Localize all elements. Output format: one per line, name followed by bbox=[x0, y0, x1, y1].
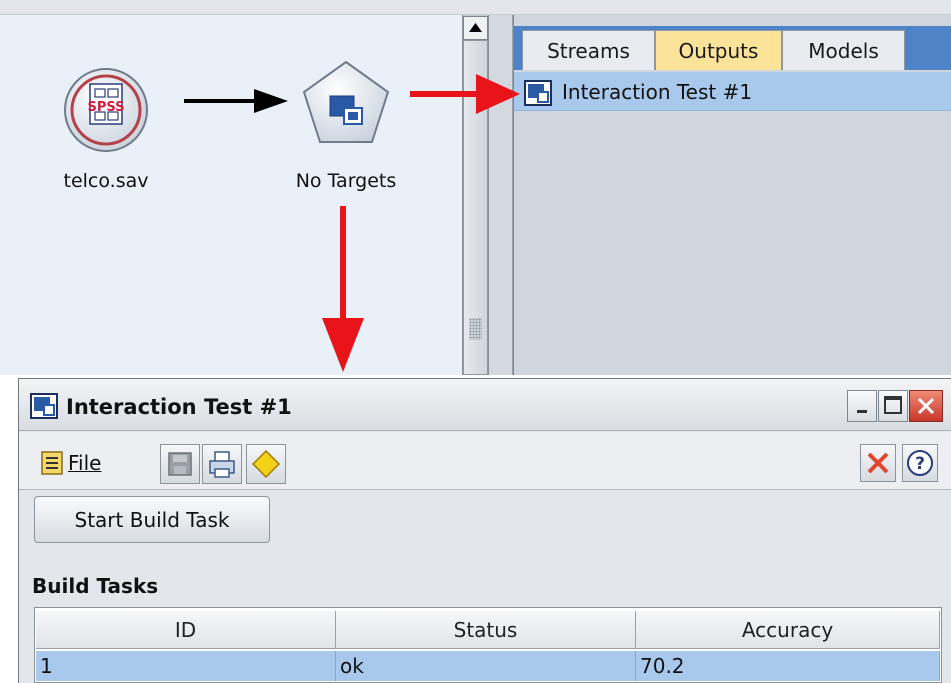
column-header-accuracy[interactable]: Accuracy bbox=[636, 611, 940, 649]
tab-outputs[interactable]: Outputs bbox=[655, 30, 782, 70]
source-node-telco[interactable]: SPSS bbox=[62, 66, 150, 154]
window-app-icon bbox=[29, 392, 59, 420]
window-title: Interaction Test #1 bbox=[66, 395, 292, 419]
save-disk-icon bbox=[168, 452, 192, 476]
maximize-button[interactable] bbox=[878, 390, 908, 422]
file-menu-icon bbox=[41, 451, 63, 475]
save-button[interactable] bbox=[160, 444, 200, 484]
arrow-up-icon bbox=[469, 23, 482, 32]
close-window-button[interactable] bbox=[909, 390, 943, 422]
diamond-icon bbox=[251, 449, 281, 479]
target-node-no-targets[interactable] bbox=[300, 58, 392, 148]
svg-text:SPSS: SPSS bbox=[87, 100, 124, 115]
red-arrow-down bbox=[322, 206, 364, 372]
source-node-label: telco.sav bbox=[63, 170, 149, 192]
table-cell-id[interactable]: 1 bbox=[36, 651, 336, 681]
column-header-status[interactable]: Status bbox=[336, 611, 636, 649]
svg-text:?: ? bbox=[915, 454, 925, 474]
generate-button[interactable] bbox=[246, 444, 286, 484]
delete-button[interactable] bbox=[860, 444, 896, 482]
help-button[interactable]: ? bbox=[902, 444, 938, 482]
print-button[interactable] bbox=[202, 444, 242, 484]
column-header-id[interactable]: ID bbox=[36, 611, 336, 649]
minimize-button[interactable] bbox=[847, 390, 877, 422]
help-icon: ? bbox=[907, 450, 933, 476]
window-toolbar bbox=[19, 432, 951, 490]
table-cell-status[interactable]: ok bbox=[336, 651, 636, 681]
file-menu[interactable]: File bbox=[40, 446, 101, 480]
start-build-task-button[interactable]: Start Build Task bbox=[34, 496, 270, 543]
red-x-icon bbox=[867, 452, 889, 474]
close-icon bbox=[917, 397, 935, 415]
grip-dots-icon bbox=[469, 318, 482, 340]
file-menu-label: File bbox=[68, 451, 102, 475]
top-strip bbox=[0, 0, 951, 15]
connection-arrow bbox=[184, 89, 288, 113]
output-item-label: Interaction Test #1 bbox=[562, 80, 753, 104]
table-cell-accuracy[interactable]: 70.2 bbox=[636, 651, 940, 681]
target-node-label: No Targets bbox=[295, 170, 397, 192]
build-tasks-heading: Build Tasks bbox=[32, 574, 159, 598]
scroll-up-button[interactable] bbox=[463, 16, 488, 40]
minimize-icon bbox=[857, 410, 867, 413]
tab-models[interactable]: Models bbox=[782, 30, 905, 70]
output-window-icon bbox=[523, 79, 553, 107]
spss-file-icon: SPSS bbox=[64, 68, 148, 152]
red-arrow-right bbox=[410, 74, 520, 114]
printer-icon bbox=[209, 451, 235, 478]
maximize-icon bbox=[884, 396, 902, 414]
interaction-node-icon bbox=[302, 60, 390, 143]
tab-streams[interactable]: Streams bbox=[522, 30, 655, 70]
